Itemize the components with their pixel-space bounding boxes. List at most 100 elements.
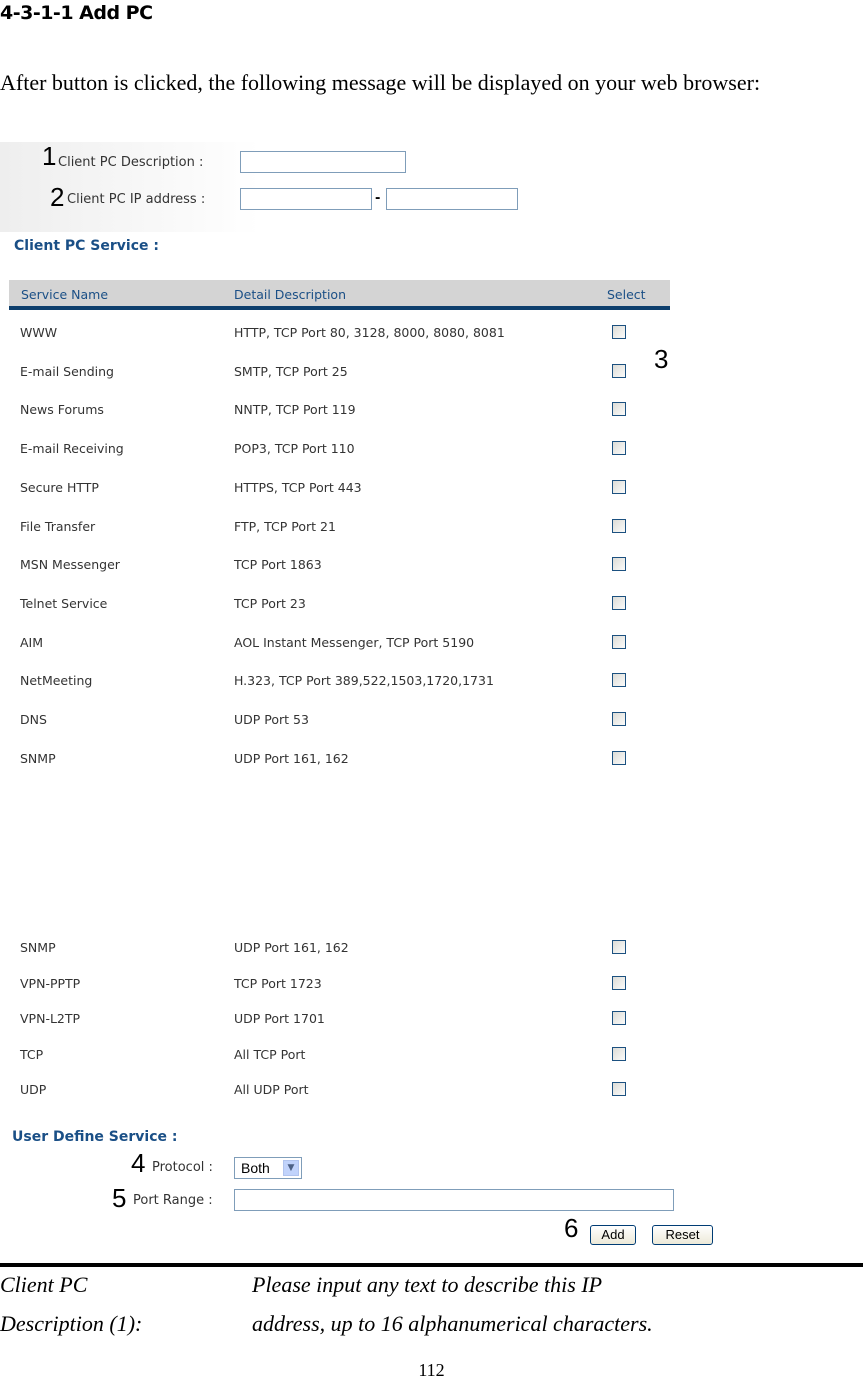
protocol-selected-value: Both — [241, 1160, 270, 1176]
service-name: NetMeeting — [20, 673, 93, 689]
definition-term-line2: Description (1): — [0, 1311, 143, 1336]
divider-rule — [0, 1263, 863, 1267]
service-select-checkbox[interactable] — [612, 402, 626, 417]
description-label: Client PC Description : — [58, 155, 204, 170]
service-description: POP3, TCP Port 110 — [234, 441, 355, 457]
service-select-checkbox[interactable] — [612, 1011, 626, 1025]
protocol-label: Protocol : — [152, 1160, 213, 1175]
ip-separator: - — [375, 191, 381, 206]
service-description: UDP Port 1701 — [234, 1011, 325, 1026]
intro-paragraph: After button is clicked, the following m… — [0, 70, 761, 95]
service-description: TCP Port 1723 — [234, 975, 322, 991]
service-description: All TCP Port — [234, 1046, 306, 1062]
service-row: Telnet Service TCP Port 23 — [0, 595, 670, 616]
user-define-service-title: User Define Service : — [12, 1129, 178, 1145]
service-name: MSN Messenger — [20, 557, 120, 573]
ip-address-label: Client PC IP address : — [67, 192, 206, 207]
service-description: H.323, TCP Port 389,522,1503,1720,1731 — [234, 673, 494, 689]
service-table-header: Service Name Detail Description Select — [9, 280, 670, 310]
service-row: NetMeeting H.323, TCP Port 389,522,1503,1… — [0, 673, 670, 693]
ip-start-input[interactable] — [240, 188, 372, 210]
service-select-checkbox[interactable] — [612, 1046, 626, 1061]
section-heading: 4-3-1-1 Add PC — [0, 2, 153, 24]
service-row: TCP All TCP Port — [0, 1046, 670, 1067]
service-row: E-mail Receiving POP3, TCP Port 110 — [0, 441, 670, 461]
service-name: News Forums — [20, 402, 104, 418]
service-row: News Forums NNTP, TCP Port 119 — [0, 402, 670, 422]
service-description: UDP Port 161, 162 — [234, 940, 349, 955]
service-select-checkbox[interactable] — [612, 363, 626, 378]
service-select-checkbox[interactable] — [612, 1082, 626, 1096]
reset-button[interactable]: Reset — [652, 1225, 713, 1245]
port-range-label: Port Range : — [133, 1193, 213, 1208]
service-name: SNMP — [20, 750, 56, 766]
service-name: SNMP — [20, 940, 56, 955]
header-service-name: Service Name — [21, 287, 109, 302]
callout-6: 6 — [564, 1213, 579, 1243]
chevron-down-icon[interactable]: ▼ — [283, 1160, 299, 1176]
definition-desc-line1: Please input any text to describe this I… — [252, 1272, 603, 1297]
callout-1: 1 — [42, 141, 57, 171]
service-name: File Transfer — [20, 518, 96, 534]
service-description: UDP Port 161, 162 — [234, 750, 349, 766]
service-row: WWW HTTP, TCP Port 80, 3128, 8000, 8080, … — [0, 325, 670, 345]
service-row: E-mail Sending SMTP, TCP Port 25 — [0, 363, 670, 384]
service-row: VPN-L2TP UDP Port 1701 — [0, 1011, 670, 1031]
header-select: Select — [607, 287, 646, 302]
service-description: SMTP, TCP Port 25 — [234, 363, 348, 379]
service-name: E-mail Sending — [20, 363, 114, 379]
service-row: VPN-PPTP TCP Port 1723 — [0, 975, 670, 996]
definition-desc-line2: address, up to 16 alphanumerical charact… — [252, 1311, 653, 1336]
service-name: DNS — [20, 712, 47, 727]
definition-term-line1: Client PC — [0, 1272, 88, 1297]
description-input[interactable] — [240, 151, 406, 173]
service-description: HTTPS, TCP Port 443 — [234, 479, 362, 495]
service-select-checkbox[interactable] — [612, 325, 626, 339]
service-description: AOL Instant Messenger, TCP Port 5190 — [234, 634, 475, 650]
service-row: SNMP UDP Port 161, 162 — [0, 940, 670, 960]
service-select-checkbox[interactable] — [612, 518, 626, 533]
header-detail-description: Detail Description — [234, 287, 346, 302]
service-name: Secure HTTP — [20, 479, 99, 495]
service-name: VPN-L2TP — [20, 1011, 81, 1026]
callout-4: 4 — [131, 1148, 146, 1178]
service-name: Telnet Service — [20, 595, 108, 611]
protocol-select[interactable]: Both ▼ — [234, 1157, 302, 1179]
service-select-checkbox[interactable] — [612, 750, 626, 765]
port-range-input[interactable] — [234, 1189, 674, 1211]
ip-end-input[interactable] — [386, 188, 518, 210]
page-number: 112 — [418, 1360, 445, 1380]
service-name: E-mail Receiving — [20, 441, 124, 457]
service-description: FTP, TCP Port 21 — [234, 518, 336, 534]
service-row: DNS UDP Port 53 — [0, 712, 670, 732]
service-select-checkbox[interactable] — [612, 595, 626, 610]
service-description: TCP Port 1863 — [234, 557, 322, 573]
service-select-checkbox[interactable] — [612, 940, 626, 954]
service-select-checkbox[interactable] — [612, 673, 626, 688]
service-description: HTTP, TCP Port 80, 3128, 8000, 8080, 808… — [234, 325, 505, 340]
client-pc-service-title: Client PC Service : — [14, 238, 159, 254]
service-row: SNMP UDP Port 161, 162 — [0, 750, 670, 771]
service-select-checkbox[interactable] — [612, 712, 626, 726]
service-select-checkbox[interactable] — [612, 975, 626, 990]
service-row: File Transfer FTP, TCP Port 21 — [0, 518, 670, 539]
service-name: VPN-PPTP — [20, 975, 81, 991]
service-row: UDP All UDP Port — [0, 1082, 670, 1102]
service-description: NNTP, TCP Port 119 — [234, 402, 356, 418]
service-name: AIM — [20, 634, 44, 650]
service-select-checkbox[interactable] — [612, 634, 626, 649]
service-name: UDP — [20, 1082, 47, 1097]
callout-5: 5 — [112, 1183, 127, 1213]
add-button[interactable]: Add — [590, 1225, 636, 1245]
service-name: TCP — [20, 1046, 44, 1062]
service-select-checkbox[interactable] — [612, 479, 626, 494]
service-name: WWW — [20, 325, 58, 340]
service-description: UDP Port 53 — [234, 712, 309, 727]
service-row: MSN Messenger TCP Port 1863 — [0, 557, 670, 577]
service-select-checkbox[interactable] — [612, 557, 626, 572]
service-select-checkbox[interactable] — [612, 441, 626, 456]
callout-2: 2 — [50, 182, 65, 212]
service-row: AIM AOL Instant Messenger, TCP Port 5190 — [0, 634, 670, 655]
service-row: Secure HTTP HTTPS, TCP Port 443 — [0, 479, 670, 500]
service-description: TCP Port 23 — [234, 595, 306, 611]
